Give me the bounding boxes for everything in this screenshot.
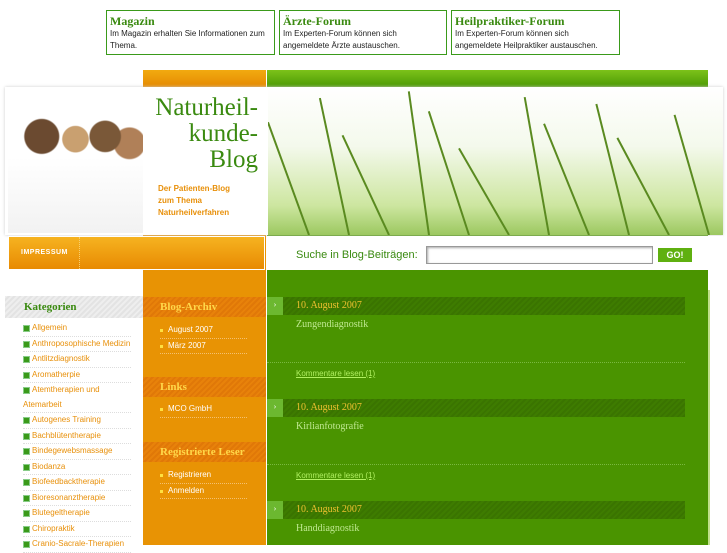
blog-post: › 10. August 2007 Handdiagnostik — [267, 501, 685, 538]
post-date: 10. August 2007 — [296, 402, 362, 413]
blog-post: › 10. August 2007 Zungendiagnostik Kommen… — [267, 297, 685, 384]
category-link[interactable]: Bachblütentherapie — [23, 429, 131, 444]
nav-bar: IMPRESSUM — [8, 236, 265, 270]
box-text: Im Experten-Forum können sich angemeldet… — [283, 29, 400, 50]
arrow-icon: › — [267, 297, 283, 315]
readers-list: Registrieren Anmelden — [160, 468, 247, 499]
arrow-icon: › — [267, 399, 283, 417]
readers-heading: Registrierte Leser — [143, 442, 266, 462]
category-link[interactable]: Allgemein — [23, 321, 131, 337]
box-title[interactable]: Heilpraktiker-Forum — [455, 14, 616, 28]
categories-heading: Kategorien — [5, 296, 143, 318]
category-link[interactable]: Biofeedbacktherapie — [23, 475, 131, 491]
heilpraktiker-forum-box[interactable]: Heilpraktiker-Forum Im Experten-Forum kön… — [451, 10, 620, 55]
category-link[interactable]: Chiropraktik — [23, 522, 131, 537]
blog-post: › 10. August 2007 Kirlianfotografie Komme… — [267, 399, 685, 486]
aerzte-forum-box[interactable]: Ärzte-Forum Im Experten-Forum können sich… — [279, 10, 447, 55]
post-date: 10. August 2007 — [296, 300, 362, 311]
header: Naturheil-kunde- Blog Der Patienten-Blog z… — [5, 87, 723, 235]
category-link[interactable]: Atemtherapien und Atemarbeit — [23, 383, 131, 413]
comments-link[interactable]: Kommentare lesen (1) — [267, 363, 685, 384]
post-title[interactable]: Zungendiagnostik — [267, 315, 685, 334]
search-bar: Suche in Blog-Beiträgen: GO! — [267, 236, 723, 270]
arrow-icon: › — [267, 501, 283, 519]
impressum-link[interactable]: IMPRESSUM — [21, 249, 68, 256]
search-label: Suche in Blog-Beiträgen: — [296, 249, 418, 261]
box-title[interactable]: Ärzte-Forum — [283, 14, 443, 28]
divider — [708, 290, 710, 545]
category-link[interactable]: Bioresonanztherapie — [23, 491, 131, 506]
category-link[interactable]: Blutegeltherapie — [23, 506, 131, 522]
post-title[interactable]: Handdiagnostik — [267, 519, 685, 538]
box-text: Im Experten-Forum können sich angemeldet… — [455, 29, 598, 50]
category-link[interactable]: Autogenes Training — [23, 413, 131, 429]
register-link[interactable]: Registrieren — [160, 468, 247, 484]
archive-heading: Blog-Archiv — [143, 297, 266, 317]
category-link[interactable]: Bindegewebsmassage — [23, 444, 131, 460]
comments-link[interactable]: Kommentare lesen (1) — [267, 465, 685, 486]
category-link[interactable]: Antlitzdiagnostik — [23, 352, 131, 368]
search-input[interactable] — [426, 246, 653, 264]
post-title[interactable]: Kirlianfotografie — [267, 417, 685, 436]
archive-link[interactable]: August 2007 — [160, 323, 247, 339]
category-link[interactable]: Anthroposophische Medizin — [23, 337, 131, 352]
header-photo — [8, 95, 143, 233]
post-date: 10. August 2007 — [296, 504, 362, 515]
links-list: MCO GmbH — [160, 402, 247, 418]
site-subtitle: Der Patienten-Blog zum Thema Naturheilverf… — [158, 184, 231, 217]
category-link[interactable]: Biodanza — [23, 460, 131, 475]
archive-link[interactable]: März 2007 — [160, 339, 247, 354]
site-title[interactable]: Naturheil-kunde- Blog — [155, 95, 258, 173]
links-heading: Links — [143, 377, 266, 397]
grass-image — [268, 87, 723, 235]
search-go-button[interactable]: GO! — [658, 248, 692, 262]
magazin-box[interactable]: Magazin Im Magazin erhalten Sie Informati… — [106, 10, 275, 55]
category-link[interactable]: Aromatherpie — [23, 368, 131, 383]
box-text: Im Magazin erhalten Sie Informationen zu… — [110, 29, 265, 50]
box-title[interactable]: Magazin — [110, 14, 271, 28]
archive-list: August 2007 März 2007 — [160, 323, 247, 354]
categories-sidebar: Kategorien Allgemein Anthroposophische M… — [5, 296, 143, 553]
categories-list: Allgemein Anthroposophische Medizin Antl… — [5, 318, 143, 553]
link-item[interactable]: MCO GmbH — [160, 402, 247, 418]
login-link[interactable]: Anmelden — [160, 484, 247, 499]
